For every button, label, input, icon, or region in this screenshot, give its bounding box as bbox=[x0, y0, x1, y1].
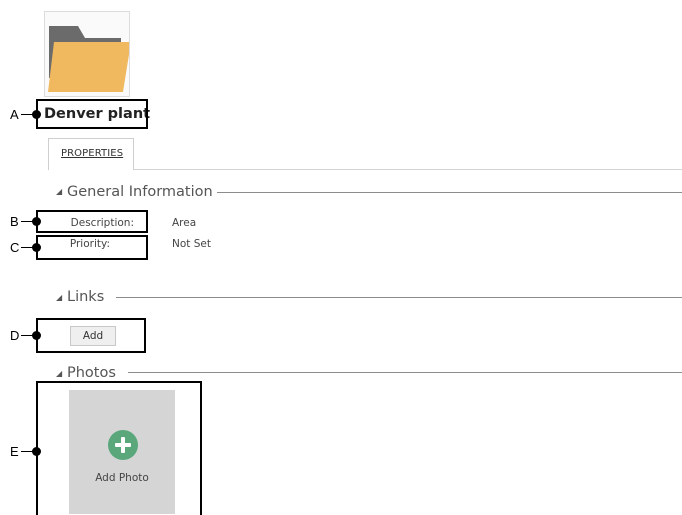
callout-dot-b bbox=[32, 217, 41, 226]
priority-value: Not Set bbox=[172, 238, 211, 250]
section-divider bbox=[217, 192, 682, 193]
collapse-triangle-icon[interactable]: ◢ bbox=[56, 187, 62, 197]
folder-icon bbox=[48, 26, 129, 92]
section-divider bbox=[128, 372, 682, 373]
section-divider bbox=[116, 297, 682, 298]
collapse-triangle-icon[interactable]: ◢ bbox=[56, 369, 62, 379]
callout-dot-e bbox=[32, 447, 41, 456]
callout-box-e bbox=[36, 381, 202, 515]
callout-box-d bbox=[36, 318, 146, 353]
folder-thumbnail[interactable] bbox=[44, 11, 130, 97]
callout-letter-c: C bbox=[10, 240, 20, 255]
section-photos-title: Photos bbox=[67, 365, 116, 381]
description-value: Area bbox=[172, 217, 197, 229]
section-general-information-title: General Information bbox=[67, 184, 213, 200]
callout-letter-a: A bbox=[10, 107, 19, 122]
callout-box-a bbox=[36, 99, 148, 129]
callout-letter-e: E bbox=[10, 444, 19, 459]
callout-dot-c bbox=[32, 243, 41, 252]
section-links-title: Links bbox=[67, 289, 105, 305]
tab-properties-label: PROPERTIES bbox=[61, 148, 124, 159]
tab-divider bbox=[134, 169, 682, 170]
tab-properties[interactable]: PROPERTIES bbox=[48, 138, 134, 170]
callout-letter-b: B bbox=[10, 214, 19, 229]
callout-dot-d bbox=[32, 331, 41, 340]
callout-dot-a bbox=[32, 110, 41, 119]
collapse-triangle-icon[interactable]: ◢ bbox=[56, 293, 62, 303]
callout-box-c bbox=[36, 235, 148, 260]
callout-letter-d: D bbox=[10, 328, 20, 343]
callout-box-b bbox=[36, 210, 148, 233]
